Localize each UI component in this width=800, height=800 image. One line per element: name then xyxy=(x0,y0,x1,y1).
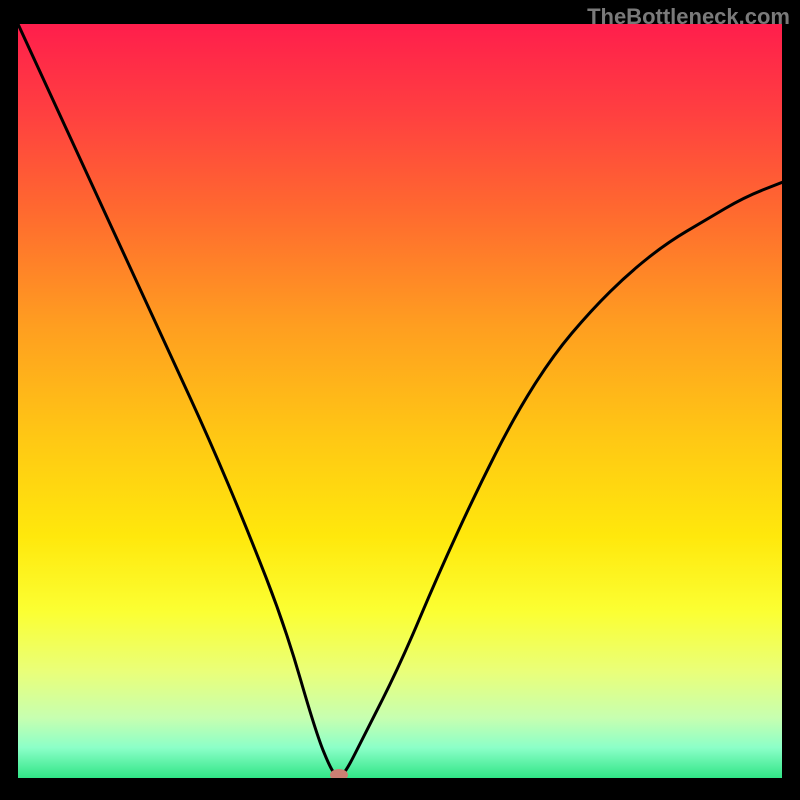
watermark-text: TheBottleneck.com xyxy=(587,4,790,30)
bottleneck-curve xyxy=(18,24,782,778)
minimum-marker xyxy=(330,769,348,778)
plot-area xyxy=(18,24,782,778)
bottleneck-chart: TheBottleneck.com xyxy=(0,0,800,800)
